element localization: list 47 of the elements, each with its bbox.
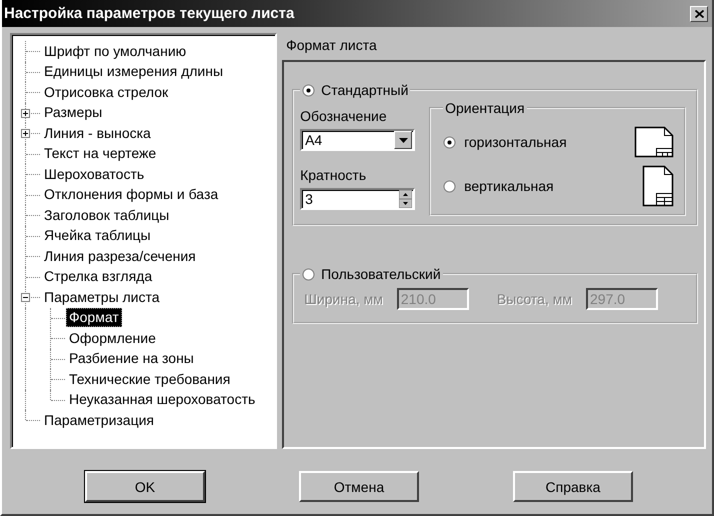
tree-item[interactable]: Размеры — [41, 103, 106, 122]
dialog-button[interactable]: OK — [85, 471, 205, 502]
tree-item[interactable]: Линия - выноска — [41, 124, 154, 143]
field-label: Обозначение — [300, 108, 388, 124]
tree-item[interactable]: Текст на чертеже — [41, 144, 160, 164]
tree-item[interactable]: Ячейка таблицы — [41, 226, 154, 246]
radio-label[interactable]: горизонтальная — [464, 134, 626, 150]
dialog-button[interactable]: Справка — [513, 471, 633, 502]
tree-item[interactable]: Технические требования — [66, 370, 234, 389]
tree-item[interactable]: Оформление — [66, 328, 159, 348]
window-title: Настройка параметров текущего листа — [4, 5, 294, 22]
tree-item[interactable]: Шрифт по умолчанию — [41, 42, 190, 61]
dropdown-arrow-icon[interactable] — [398, 138, 408, 142]
tree-item[interactable]: Единицы измерения длины — [41, 62, 226, 82]
portrait-page-icon — [642, 165, 674, 207]
radio-button[interactable] — [443, 180, 456, 192]
landscape-page-icon — [634, 126, 674, 158]
field-label: Ширина, мм — [304, 291, 383, 307]
group-title: Ориентация — [444, 100, 526, 116]
dialog-button[interactable]: Отмена — [299, 471, 419, 502]
field-label: Высота, мм — [496, 291, 572, 307]
tree-item[interactable]: Отклонения формы и база — [41, 185, 222, 204]
radio-label[interactable]: вертикальная — [464, 178, 634, 194]
spin-up-icon[interactable] — [399, 190, 412, 199]
tree-item[interactable]: Заголовок таблицы — [41, 206, 172, 225]
tree-item[interactable]: Стрелка взгляда — [41, 267, 156, 286]
tree-item[interactable]: Неуказанная шероховатость — [66, 390, 258, 410]
close-button[interactable] — [690, 6, 708, 22]
expand-icon[interactable] — [21, 129, 30, 138]
spin-down-icon[interactable] — [399, 199, 412, 208]
tree-item[interactable]: Отрисовка стрелок — [41, 82, 172, 102]
radio-label[interactable]: Стандартный — [321, 82, 408, 98]
tree-item[interactable]: Параметры листа — [41, 288, 163, 307]
tree-item[interactable]: Разбиение на зоны — [66, 349, 197, 368]
expand-icon[interactable] — [21, 108, 30, 118]
close-icon — [694, 10, 704, 18]
collapse-icon[interactable] — [21, 293, 30, 302]
radio-button[interactable] — [302, 84, 316, 96]
field-label: Кратность — [300, 167, 368, 183]
radio-button[interactable] — [443, 136, 456, 148]
tree-item[interactable]: Параметризация — [41, 410, 158, 430]
tree-item[interactable]: Формат — [66, 308, 122, 328]
section-title: Формат листа — [285, 36, 378, 55]
multiplicity-spinbox[interactable]: 3 — [300, 188, 416, 210]
tree-item[interactable]: Шероховатость — [41, 164, 148, 184]
format-dropdown[interactable]: A4 — [300, 129, 416, 151]
tree-item[interactable]: Линия разреза/сечения — [41, 246, 199, 266]
